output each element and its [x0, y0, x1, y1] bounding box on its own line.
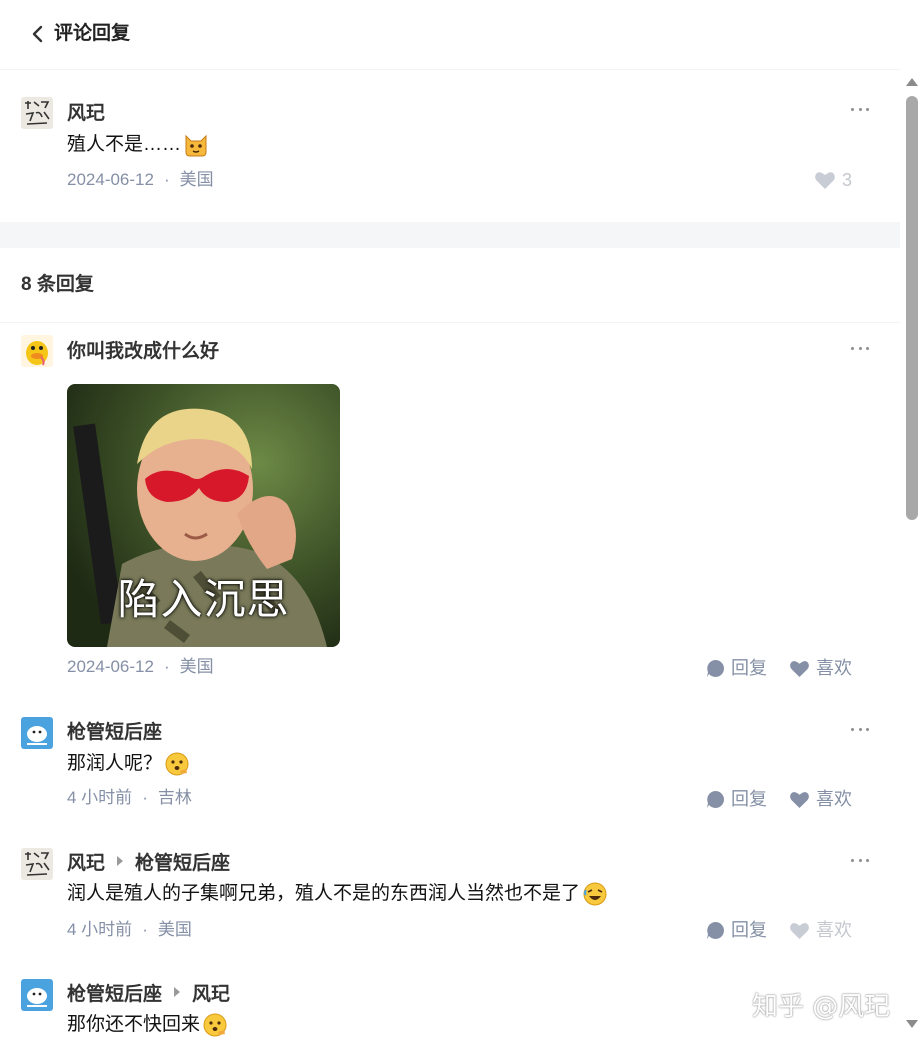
- reply-button[interactable]: 回复: [706, 918, 767, 942]
- avatar[interactable]: [21, 979, 53, 1011]
- heart-icon: [790, 791, 809, 808]
- cat-emoji-icon: [185, 134, 207, 157]
- reply-count: 8 条回复: [21, 274, 94, 295]
- duck-avatar-icon: [26, 341, 48, 366]
- reply-to-name[interactable]: 枪管短后座: [135, 848, 230, 875]
- scroll-thumb[interactable]: [906, 96, 918, 520]
- comment-location: 美国: [157, 920, 192, 939]
- heart-icon: [790, 660, 809, 677]
- comment-location: 吉林: [157, 788, 192, 807]
- comment-author[interactable]: 你叫我改成什么好: [67, 336, 219, 362]
- comment-date: 4 小时前: [67, 920, 133, 939]
- like-count: 3: [841, 170, 852, 190]
- like-button[interactable]: 喜欢: [789, 787, 852, 811]
- top-bar: 评论回复: [0, 0, 900, 70]
- like-button[interactable]: 喜欢: [789, 918, 852, 942]
- comment-date: 4 小时前: [67, 788, 133, 807]
- scrollbar[interactable]: [901, 70, 921, 1040]
- heart-icon: [815, 172, 835, 189]
- reply-bubble-icon: [707, 790, 724, 808]
- reply-button[interactable]: 回复: [706, 787, 767, 811]
- comment-location: 美国: [179, 170, 214, 189]
- avatar[interactable]: [21, 97, 53, 129]
- section-divider: [0, 222, 900, 248]
- author-name[interactable]: 风玘: [67, 848, 105, 875]
- heart-icon: [790, 922, 809, 939]
- calligraphy-avatar-icon: [25, 101, 50, 125]
- scroll-down-arrow-icon[interactable]: [906, 1020, 918, 1028]
- avatar[interactable]: [21, 848, 53, 880]
- comment-text: 那润人呢？: [67, 750, 190, 778]
- comment-author[interactable]: 风玘: [67, 98, 105, 124]
- like-button[interactable]: 喜欢: [789, 656, 852, 680]
- author-name[interactable]: 枪管短后座: [67, 979, 162, 1006]
- comment-text: 润人是殖人的子集啊兄弟，殖人不是的东西润人当然也不是了: [67, 880, 608, 908]
- cartoon-avatar-icon: [27, 726, 47, 745]
- avatar[interactable]: [21, 335, 53, 367]
- comment-date: 2024-06-12: [67, 657, 154, 676]
- scroll-up-arrow-icon[interactable]: [906, 78, 918, 86]
- comment-author: 风玘 枪管短后座: [67, 848, 230, 874]
- comment-location: 美国: [179, 657, 214, 676]
- rofl-emoji-icon: [583, 882, 607, 906]
- thinking-face-emoji-icon: [203, 1013, 227, 1037]
- reply-button[interactable]: 回复: [706, 656, 767, 680]
- comment-meta: 4 小时前 · 美国: [67, 920, 192, 939]
- comment-author[interactable]: 枪管短后座: [67, 717, 162, 743]
- comment-meta: 2024-06-12 · 美国: [67, 657, 214, 676]
- comment-text: 殖人不是……: [67, 131, 209, 159]
- watermark: 知乎 @风玘: [752, 992, 891, 1022]
- thinking-face-emoji-icon: [165, 752, 189, 776]
- page-title: 评论回复: [54, 23, 131, 44]
- meme-caption: 陷入沉思: [117, 575, 290, 624]
- comment-text: 那你还不快回来: [67, 1011, 228, 1039]
- more-options-icon[interactable]: [851, 107, 869, 113]
- comment-actions: 回复 喜欢: [684, 787, 852, 811]
- comment-meta: 4 小时前 · 吉林: [67, 788, 192, 807]
- reply-arrow-icon: [117, 856, 124, 866]
- like-button[interactable]: 3: [814, 168, 852, 192]
- calligraphy-avatar-icon: [25, 852, 50, 876]
- comment-actions: 回复 喜欢: [684, 918, 852, 942]
- divider-line: [0, 322, 900, 323]
- more-options-icon[interactable]: [851, 858, 869, 864]
- meme-image[interactable]: 陷入沉思: [67, 384, 340, 647]
- comment-date: 2024-06-12: [67, 170, 154, 189]
- comment-author: 枪管短后座 风玘: [67, 979, 230, 1005]
- more-options-icon[interactable]: [851, 346, 869, 352]
- comment-meta: 2024-06-12 · 美国: [67, 170, 214, 189]
- comment-actions: 回复 喜欢: [684, 656, 852, 680]
- more-options-icon[interactable]: [851, 727, 869, 733]
- reply-bubble-icon: [707, 659, 724, 677]
- avatar[interactable]: [21, 717, 53, 749]
- cartoon-avatar-icon: [27, 988, 47, 1007]
- back-chevron-icon[interactable]: [26, 22, 50, 46]
- reply-arrow-icon: [174, 987, 181, 997]
- reply-to-name[interactable]: 风玘: [192, 979, 230, 1006]
- reply-bubble-icon: [707, 921, 724, 939]
